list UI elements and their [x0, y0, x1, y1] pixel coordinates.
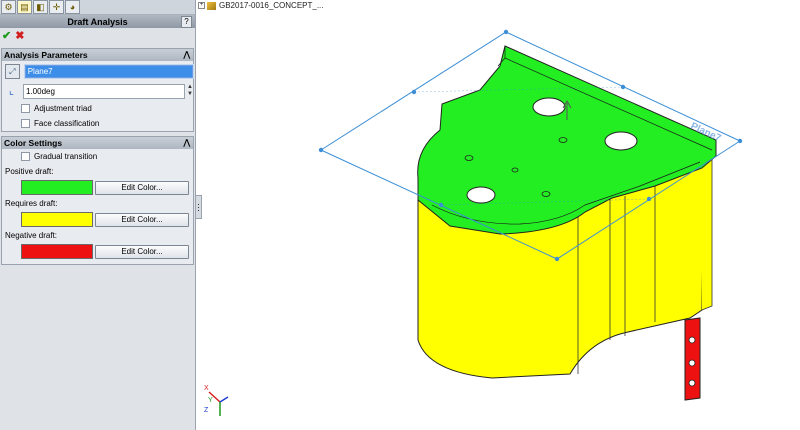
positive-draft-label: Positive draft:: [5, 167, 54, 176]
top-hole: [604, 131, 638, 151]
face-classification-option[interactable]: Face classification: [2, 116, 193, 131]
requires-draft-label: Requires draft:: [5, 199, 58, 208]
color-settings-group: Color Settings ⋀ Gradual transition Posi…: [1, 136, 194, 265]
help-button[interactable]: ?: [181, 16, 192, 28]
property-manager-panel: ⚙ ▤ ◧ ✛ ◕ Draft Analysis ? ✔ ✖ Analysis …: [0, 0, 196, 430]
direction-of-pull-field[interactable]: Plane7: [24, 64, 193, 78]
graphics-viewport[interactable]: Plane7: [200, 0, 800, 430]
collapse-icon[interactable]: ⋀: [183, 49, 190, 61]
display-manager-tab-icon[interactable]: ◕: [65, 0, 80, 14]
negative-draft-row: Edit Color...: [2, 243, 193, 260]
ok-cancel-row: ✔ ✖: [0, 28, 195, 42]
direction-row: ⤢ Plane7: [2, 61, 193, 81]
cancel-button[interactable]: ✖: [15, 29, 24, 42]
direction-of-pull-icon[interactable]: ⤢: [5, 63, 20, 79]
negative-edit-color-button[interactable]: Edit Color...: [95, 244, 189, 259]
tab-hole: [688, 336, 696, 344]
negative-draft-face[interactable]: [684, 317, 701, 401]
gradual-transition-checkbox[interactable]: [21, 152, 30, 161]
draft-angle-field[interactable]: 1.00deg ▲ ▼: [23, 83, 193, 99]
property-manager-tab-icon[interactable]: ▤: [17, 0, 32, 14]
color-settings-title: Color Settings: [4, 138, 63, 148]
positive-edit-color-button[interactable]: Edit Color...: [95, 180, 189, 195]
draft-angle-spinner[interactable]: ▲ ▼: [186, 84, 194, 98]
feature-manager-tab-icon[interactable]: ⚙: [1, 0, 16, 14]
triad-z-label: Z: [204, 407, 209, 414]
positive-draft-row: Edit Color...: [2, 179, 193, 196]
analysis-parameters-title: Analysis Parameters: [4, 50, 88, 60]
face-classification-checkbox[interactable]: [21, 119, 30, 128]
dimxpert-manager-tab-icon[interactable]: ✛: [49, 0, 64, 14]
color-settings-header[interactable]: Color Settings ⋀: [2, 137, 193, 149]
gradual-transition-label: Gradual transition: [34, 152, 98, 161]
draft-angle-value: 1.00deg: [26, 86, 55, 96]
draft-angle-icon: ⌞: [8, 84, 15, 97]
requires-draft-swatch: [21, 212, 93, 227]
triad-y-label: Y: [208, 397, 213, 404]
wall-edge-lines: [701, 145, 713, 311]
adjustment-triad-option[interactable]: Adjustment triad: [2, 101, 193, 116]
adjustment-triad-label: Adjustment triad: [34, 104, 92, 113]
face-classification-label: Face classification: [34, 119, 100, 128]
gradual-transition-option[interactable]: Gradual transition: [2, 149, 193, 164]
requires-edit-color-button[interactable]: Edit Color...: [95, 212, 189, 227]
configuration-manager-tab-icon[interactable]: ◧: [33, 0, 48, 14]
requires-draft-row: Edit Color...: [2, 211, 193, 228]
positive-draft-swatch: [21, 180, 93, 195]
reference-triad: X Y Z: [204, 385, 229, 416]
negative-draft-swatch: [21, 244, 93, 259]
ok-button[interactable]: ✔: [2, 29, 11, 42]
top-hole: [466, 186, 496, 204]
top-hole: [532, 97, 566, 117]
manager-tabs: ⚙ ▤ ◧ ✛ ◕: [0, 0, 195, 15]
property-manager-title: Draft Analysis: [67, 16, 128, 27]
negative-draft-label: Negative draft:: [5, 231, 58, 240]
tab-hole: [688, 379, 696, 387]
tab-hole: [688, 359, 696, 367]
property-manager-title-bar: Draft Analysis ?: [0, 15, 195, 28]
analysis-parameters-header[interactable]: Analysis Parameters ⋀: [2, 49, 193, 61]
adjustment-triad-checkbox[interactable]: [21, 104, 30, 113]
triad-x-label: X: [204, 385, 209, 392]
analysis-parameters-group: Analysis Parameters ⋀ ⤢ Plane7 ⌞ 1.00deg…: [1, 48, 194, 132]
collapse-icon[interactable]: ⋀: [183, 137, 190, 149]
draft-angle-row: ⌞ 1.00deg ▲ ▼: [2, 81, 193, 101]
